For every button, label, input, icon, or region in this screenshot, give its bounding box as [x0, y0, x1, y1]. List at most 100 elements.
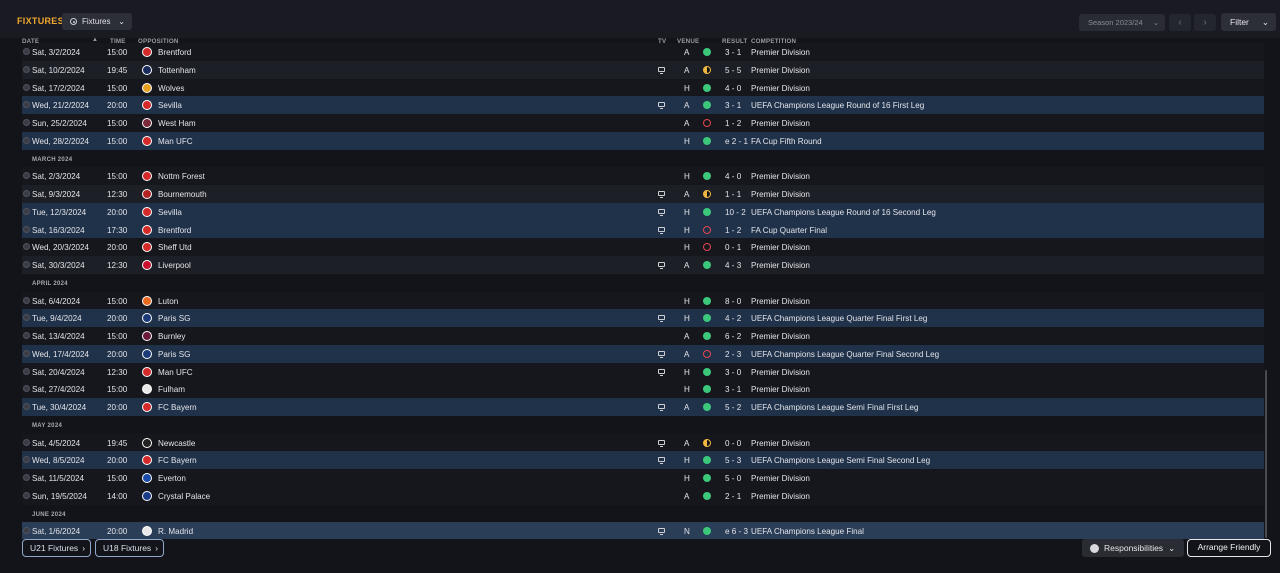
previous-button[interactable]: ‹ — [1169, 14, 1191, 31]
fixture-row[interactable]: Sat, 4/5/2024 19:45 Newcastle A 0 - 0 Premier… — [22, 434, 1264, 452]
competition-cell[interactable]: Premier Division — [751, 439, 810, 448]
fixture-row[interactable]: Wed, 20/3/2024 20:00 Sheff Utd H 0 - 1 Premie… — [22, 238, 1264, 256]
date-cell: Sat, 27/4/2024 — [32, 385, 85, 394]
fixture-row[interactable]: Sat, 11/5/2024 15:00 Everton H 5 - 0 Premier … — [22, 469, 1264, 487]
filter-label: Filter — [1230, 17, 1249, 27]
fixture-row[interactable]: Wed, 21/2/2024 20:00 Sevilla A 3 - 1 UEFA Cha… — [22, 96, 1264, 114]
arrange-friendly-button[interactable]: Arrange Friendly — [1187, 539, 1271, 557]
competition-cell[interactable]: Premier Division — [751, 172, 810, 181]
opposition-cell[interactable]: Tottenham — [158, 66, 196, 75]
fixture-row[interactable]: Sat, 1/6/2024 20:00 R. Madrid Ne 6 - 3 UEFA … — [22, 522, 1264, 539]
competition-cell[interactable]: UEFA Champions League Semi Final First L… — [751, 403, 918, 412]
next-button[interactable]: › — [1194, 14, 1216, 31]
result-score-cell: 4 - 3 — [725, 261, 742, 270]
competition-cell[interactable]: FA Cup Fifth Round — [751, 137, 822, 146]
fixture-row[interactable]: Sat, 13/4/2024 15:00 Burnley A 6 - 2 Premier … — [22, 327, 1264, 345]
opposition-cell[interactable]: Sevilla — [158, 101, 182, 110]
competition-cell[interactable]: Premier Division — [751, 297, 810, 306]
opposition-cell[interactable]: Man UFC — [158, 137, 193, 146]
opposition-cell[interactable]: West Ham — [158, 119, 196, 128]
fixture-row[interactable]: Sun, 25/2/2024 15:00 West Ham A 1 - 2 Premier… — [22, 114, 1264, 132]
fixture-row[interactable]: Sun, 19/5/2024 14:00 Crystal Palace A 2 - 1 P… — [22, 487, 1264, 505]
competition-cell[interactable]: Premier Division — [751, 190, 810, 199]
opposition-cell[interactable]: Brentford — [158, 226, 191, 235]
opposition-cell[interactable]: Wolves — [158, 84, 184, 93]
opposition-cell[interactable]: Brentford — [158, 48, 191, 57]
opposition-cell[interactable]: Crystal Palace — [158, 492, 210, 501]
fixture-row[interactable]: Wed, 17/4/2024 20:00 Paris SG A 2 - 3 UEFA Ch… — [22, 345, 1264, 363]
competition-cell[interactable]: Premier Division — [751, 385, 810, 394]
competition-cell[interactable]: Premier Division — [751, 368, 810, 377]
opposition-cell[interactable]: Luton — [158, 297, 178, 306]
opposition-cell[interactable]: Burnley — [158, 332, 185, 341]
competition-cell[interactable]: Premier Division — [751, 243, 810, 252]
fixture-row[interactable]: Wed, 8/5/2024 20:00 FC Bayern H 5 - 3 UEFA Ch… — [22, 451, 1264, 469]
opposition-cell[interactable]: Sheff Utd — [158, 243, 192, 252]
opposition-cell[interactable]: Paris SG — [158, 350, 190, 359]
opposition-cell[interactable]: FC Bayern — [158, 456, 197, 465]
date-cell: Tue, 12/3/2024 — [32, 208, 87, 217]
competition-cell[interactable]: UEFA Champions League Quarter Final Firs… — [751, 314, 927, 323]
competition-cell[interactable]: Premier Division — [751, 48, 810, 57]
opposition-cell[interactable]: Liverpool — [158, 261, 191, 270]
view-dropdown[interactable]: Fixtures ⌄ — [62, 13, 132, 30]
responsibilities-button[interactable]: Responsibilities ⌄ — [1082, 539, 1184, 557]
competition-cell[interactable]: UEFA Champions League Quarter Final Seco… — [751, 350, 939, 359]
tv-icon — [658, 457, 665, 464]
result-indicator-icon — [703, 137, 711, 145]
result-score-cell: 3 - 1 — [725, 385, 742, 394]
filter-button[interactable]: Filter ⌄ — [1221, 13, 1276, 31]
season-dropdown[interactable]: Season 2023/24 ⌄ — [1079, 14, 1165, 31]
opposition-cell[interactable]: Everton — [158, 474, 186, 483]
time-cell: 15:00 — [107, 385, 128, 394]
opposition-cell[interactable]: Sevilla — [158, 208, 182, 217]
fixture-row[interactable]: Sat, 10/2/2024 19:45 Tottenham A 5 - 5 Premie… — [22, 61, 1264, 79]
competition-cell[interactable]: UEFA Champions League Final — [751, 527, 864, 536]
month-header: MARCH 2024 — [22, 150, 1264, 168]
fixture-row[interactable]: Tue, 9/4/2024 20:00 Paris SG H 4 - 2 UEFA Cha… — [22, 309, 1264, 327]
fixture-row[interactable]: Sat, 17/2/2024 15:00 Wolves H 4 - 0 Premier D… — [22, 79, 1264, 97]
result-indicator-icon — [703, 492, 711, 500]
fixture-row[interactable]: Sat, 27/4/2024 15:00 Fulham H 3 - 1 Premier D… — [22, 380, 1264, 398]
competition-cell[interactable]: Premier Division — [751, 66, 810, 75]
fixture-row[interactable]: Sat, 9/3/2024 12:30 Bournemouth A 1 - 1 Premi… — [22, 185, 1264, 203]
opposition-cell[interactable]: Paris SG — [158, 314, 190, 323]
competition-cell[interactable]: Premier Division — [751, 84, 810, 93]
competition-cell[interactable]: Premier Division — [751, 492, 810, 501]
fixture-row[interactable]: Wed, 28/2/2024 15:00 Man UFC He 2 - 1 FA Cup… — [22, 132, 1264, 150]
fixture-row[interactable]: Sat, 20/4/2024 12:30 Man UFC H 3 - 0 Premier … — [22, 363, 1264, 381]
opposition-cell[interactable]: Man UFC — [158, 368, 193, 377]
competition-cell[interactable]: UEFA Champions League Round of 16 First … — [751, 101, 924, 110]
u18-fixtures-button[interactable]: U18 Fixtures › — [95, 539, 164, 557]
opposition-cell[interactable]: Nottm Forest — [158, 172, 205, 181]
u18-fixtures-label: U18 Fixtures — [103, 543, 152, 553]
fixture-row[interactable]: Sat, 6/4/2024 15:00 Luton H 8 - 0 Premier Div… — [22, 292, 1264, 310]
fixture-row[interactable]: Sat, 16/3/2024 17:30 Brentford H 1 - 2 FA Cup… — [22, 221, 1264, 239]
competition-cell[interactable]: Premier Division — [751, 261, 810, 270]
result-score-cell: 0 - 1 — [725, 243, 742, 252]
competition-cell[interactable]: UEFA Champions League Round of 16 Second… — [751, 208, 936, 217]
scrollbar[interactable] — [1265, 370, 1267, 538]
u21-fixtures-button[interactable]: U21 Fixtures › — [22, 539, 91, 557]
opposition-cell[interactable]: Bournemouth — [158, 190, 207, 199]
opposition-cell[interactable]: FC Bayern — [158, 403, 197, 412]
date-cell: Sat, 4/5/2024 — [32, 439, 81, 448]
fixture-row[interactable]: Sat, 30/3/2024 12:30 Liverpool A 4 - 3 Premie… — [22, 256, 1264, 274]
opposition-cell[interactable]: Fulham — [158, 385, 185, 394]
competition-cell[interactable]: Premier Division — [751, 332, 810, 341]
competition-cell[interactable]: Premier Division — [751, 119, 810, 128]
fixture-row[interactable]: Sat, 3/2/2024 15:00 Brentford A 3 - 1 Premier… — [22, 43, 1264, 61]
fixture-row[interactable]: Tue, 12/3/2024 20:00 Sevilla H 10 - 2 UEFA Ch… — [22, 203, 1264, 221]
opposition-cell[interactable]: R. Madrid — [158, 527, 193, 536]
competition-cell[interactable]: UEFA Champions League Semi Final Second … — [751, 456, 930, 465]
time-cell: 20:00 — [107, 527, 128, 536]
competition-cell[interactable]: FA Cup Quarter Final — [751, 226, 827, 235]
row-status-icon — [23, 137, 30, 144]
fixture-row[interactable]: Tue, 30/4/2024 20:00 FC Bayern A 5 - 2 UEFA C… — [22, 398, 1264, 416]
time-cell: 15:00 — [107, 84, 128, 93]
fixture-row[interactable]: Sat, 2/3/2024 15:00 Nottm Forest H 4 - 0 Prem… — [22, 167, 1264, 185]
result-indicator-icon — [703, 101, 711, 109]
row-status-icon — [23, 297, 30, 304]
opposition-cell[interactable]: Newcastle — [158, 439, 195, 448]
competition-cell[interactable]: Premier Division — [751, 474, 810, 483]
